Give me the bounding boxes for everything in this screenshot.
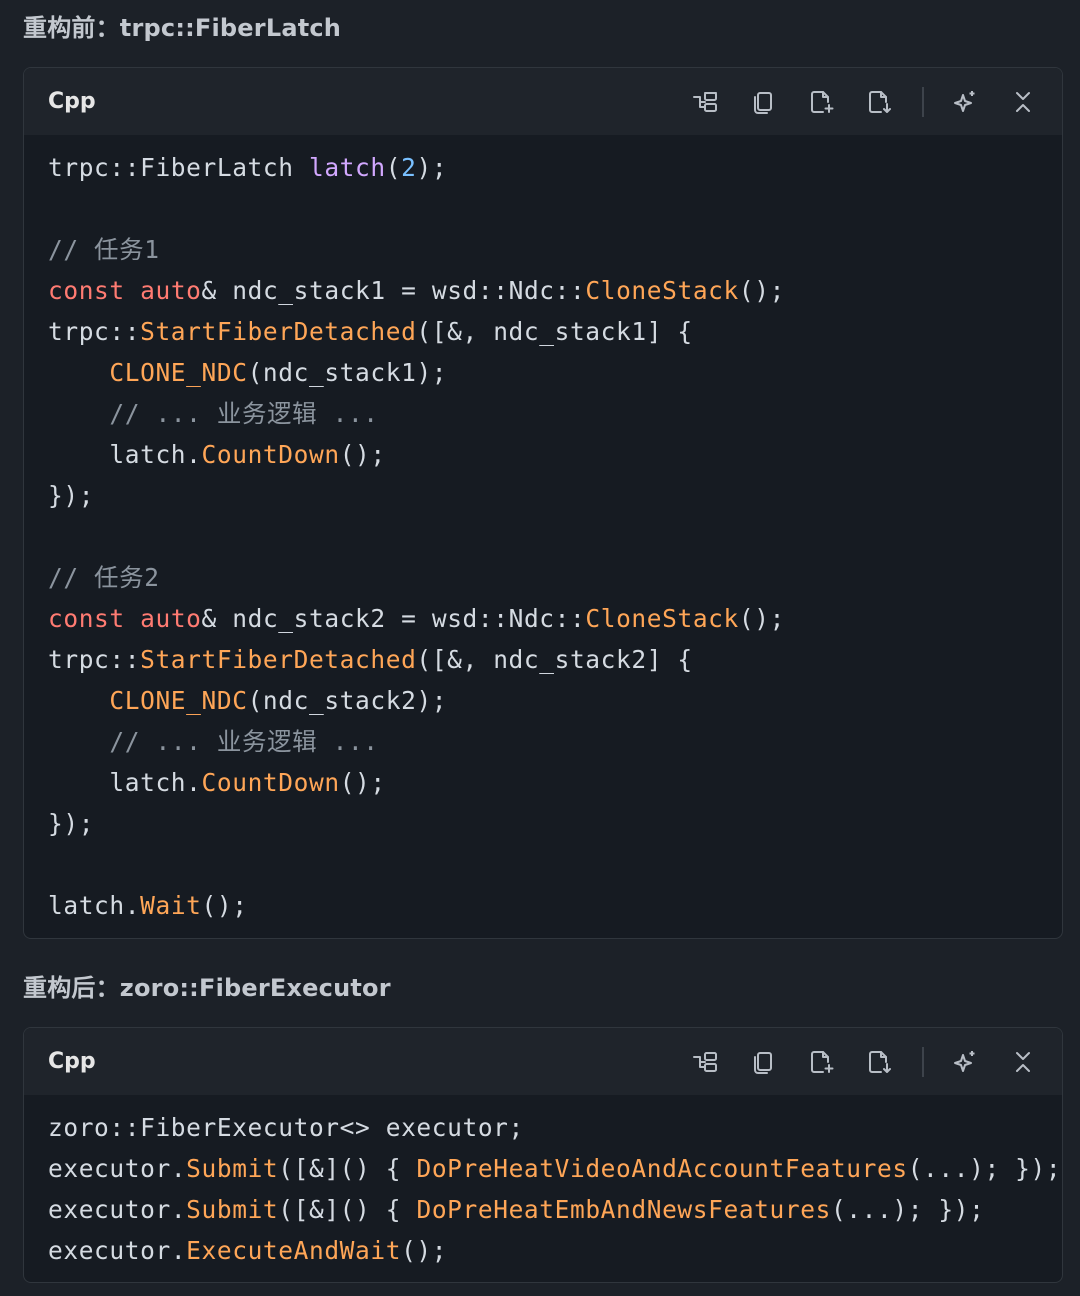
outline-icon[interactable] <box>690 1047 720 1077</box>
code-line: zoro::FiberExecutor<> executor; <box>48 1113 524 1142</box>
sparkle-icon[interactable] <box>950 1047 980 1077</box>
section-title-after: 重构后：zoro::FiberExecutor <box>23 974 391 1002</box>
insert-file-icon[interactable] <box>806 1047 836 1077</box>
code-block-after: Cpp zoro::FiberExecutor<> executor; execu <box>23 1027 1063 1283</box>
code-line: CLONE_NDC(ndc_stack2); <box>109 686 448 715</box>
toolbar-divider <box>922 1046 924 1077</box>
sparkle-icon[interactable] <box>950 87 980 117</box>
code-line: latch.CountDown(); <box>109 768 386 797</box>
code-toolbar <box>690 82 1038 122</box>
code-line: executor.ExecuteAndWait(); <box>48 1236 448 1265</box>
download-file-icon[interactable] <box>864 87 894 117</box>
code-line: const auto& ndc_stack1 = wsd::Ndc::Clone… <box>48 276 785 305</box>
outline-icon[interactable] <box>690 87 720 117</box>
code-line: // 任务2 <box>48 563 160 592</box>
code-line: }); <box>48 809 95 838</box>
code-line: const auto& ndc_stack2 = wsd::Ndc::Clone… <box>48 604 785 633</box>
insert-file-icon[interactable] <box>806 87 836 117</box>
code-line: // ... 业务逻辑 ... <box>109 727 379 756</box>
collapse-icon[interactable] <box>1008 87 1038 117</box>
language-label: Cpp <box>48 89 96 114</box>
code-line: latch.Wait(); <box>48 891 248 920</box>
code-block-header: Cpp <box>24 1028 1062 1095</box>
code-line: trpc::StartFiberDetached([&, ndc_stack1]… <box>48 317 693 346</box>
code-line: latch.CountDown(); <box>109 440 386 469</box>
code-line: // ... 业务逻辑 ... <box>109 399 379 428</box>
code-line: CLONE_NDC(ndc_stack1); <box>109 358 448 387</box>
section-title-before: 重构前：trpc::FiberLatch <box>23 14 342 42</box>
code-line: executor.Submit([&]() { DoPreHeatVideoAn… <box>48 1154 1062 1183</box>
code-line: // 任务1 <box>48 235 160 264</box>
code-line: trpc::FiberLatch latch(2); <box>48 153 448 182</box>
toolbar-divider <box>922 86 924 117</box>
code-content[interactable]: trpc::FiberLatch latch(2); // 任务1const a… <box>24 135 1062 926</box>
code-line: trpc::StartFiberDetached([&, ndc_stack2]… <box>48 645 693 674</box>
code-content[interactable]: zoro::FiberExecutor<> executor;executor.… <box>24 1095 1062 1271</box>
copy-icon[interactable] <box>748 87 778 117</box>
code-toolbar <box>690 1042 1038 1082</box>
code-line: executor.Submit([&]() { DoPreHeatEmbAndN… <box>48 1195 985 1224</box>
language-label: Cpp <box>48 1049 96 1074</box>
code-block-before: Cpp trpc::FiberLatch latch(2); // 任务1 con <box>23 67 1063 939</box>
copy-icon[interactable] <box>748 1047 778 1077</box>
code-block-header: Cpp <box>24 68 1062 135</box>
collapse-icon[interactable] <box>1008 1047 1038 1077</box>
download-file-icon[interactable] <box>864 1047 894 1077</box>
code-line: }); <box>48 481 95 510</box>
